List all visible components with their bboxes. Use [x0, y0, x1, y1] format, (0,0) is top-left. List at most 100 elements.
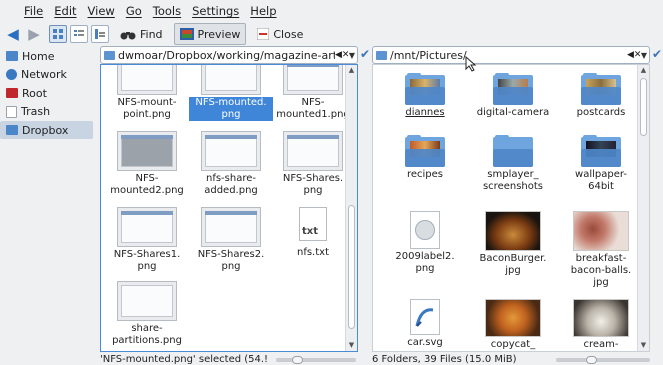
folder-item[interactable]: digital-camera — [471, 73, 555, 119]
menu-go[interactable]: Go — [126, 4, 142, 18]
file-name: NFS-Shares. png — [282, 173, 344, 196]
right-file-view[interactable]: diannes digital-camera postcards recipes… — [372, 64, 650, 352]
left-file-view[interactable]: NFS-mount-point.png NFS-mounted. png NFS-… — [100, 64, 358, 352]
binoculars-icon — [120, 31, 136, 39]
file-item[interactable]: NFS-Shares1. png — [105, 207, 189, 273]
file-item[interactable]: NFS-Shares2. png — [189, 207, 273, 273]
place-label: Network — [21, 68, 67, 81]
preview-icon — [179, 28, 194, 40]
file-name: nfs.txt — [296, 247, 329, 258]
close-button[interactable]: Close — [252, 24, 308, 44]
left-location-bar[interactable]: dwmoar/Dropbox/working/magazine-articles… — [100, 46, 358, 64]
scroll-thumb[interactable] — [640, 78, 647, 136]
folder-item[interactable]: recipes — [383, 135, 467, 181]
place-home[interactable]: Home — [0, 47, 95, 65]
file-item-selected[interactable]: NFS-mounted. png — [189, 65, 273, 121]
cream-photo-thumbnail — [573, 299, 629, 337]
file-item[interactable]: txt nfs.txt — [271, 207, 355, 259]
folder-icon — [581, 73, 621, 105]
icons-view-button[interactable] — [49, 25, 67, 43]
menu-settings[interactable]: Settings — [192, 4, 239, 18]
text-file-icon: txt — [299, 207, 327, 241]
dropbox-folder-icon — [6, 125, 18, 135]
file-name: 2009label2. png — [395, 251, 455, 274]
left-zoom-handle[interactable] — [292, 356, 303, 364]
file-item[interactable]: breakfast-bacon-balls. jpg — [559, 211, 643, 289]
scroll-thumb[interactable] — [348, 205, 355, 329]
chevron-down-icon[interactable]: ▼ — [347, 51, 357, 60]
image-thumbnail — [117, 207, 177, 247]
right-location-bar[interactable]: /mnt/Pictures/ ◀✕ ▼ — [372, 46, 650, 64]
place-label: Root — [22, 86, 47, 100]
chevron-down-icon[interactable]: ▼ — [639, 51, 649, 60]
folder-name: diannes — [405, 107, 445, 118]
right-location-input[interactable]: /mnt/Pictures/ — [390, 49, 627, 62]
place-trash[interactable]: Trash — [0, 103, 95, 121]
clear-location-icon[interactable]: ◀✕ — [335, 50, 349, 60]
root-folder-icon — [6, 88, 18, 98]
menu-file[interactable]: File — [24, 4, 43, 18]
file-name: nfs-share-added.png — [204, 173, 258, 196]
folder-item[interactable]: postcards — [559, 73, 643, 119]
clear-location-icon[interactable]: ◀✕ — [627, 50, 641, 60]
left-location-input[interactable]: dwmoar/Dropbox/working/magazine-articles… — [118, 49, 335, 62]
file-item[interactable]: copycat_ — [471, 299, 555, 351]
folder-icon — [376, 50, 387, 60]
file-item[interactable]: 2009label2. png — [383, 211, 467, 275]
file-name: NFS-mount-point.png — [117, 97, 177, 120]
right-zoom-handle[interactable] — [586, 356, 597, 364]
file-item[interactable]: NFS-mount-point.png — [105, 65, 189, 121]
folder-name: digital-camera — [476, 107, 550, 118]
details-view-button[interactable] — [70, 25, 88, 43]
folder-item[interactable]: wallpaper- 64bit — [559, 135, 643, 193]
menu-view[interactable]: View — [88, 4, 115, 18]
columns-view-button[interactable] — [91, 25, 109, 43]
places-sidebar: Home Network Root Trash Dropbox — [0, 47, 95, 347]
left-vertical-scrollbar[interactable]: ▲ ▼ — [345, 65, 357, 351]
right-status-text: 6 Folders, 39 Files (15.0 MiB) — [372, 354, 517, 365]
editable-location-icon[interactable]: ✔ — [360, 47, 370, 61]
right-zoom-slider[interactable] — [556, 358, 650, 362]
place-root[interactable]: Root — [0, 84, 95, 102]
place-network[interactable]: Network — [0, 66, 95, 84]
right-vertical-scrollbar[interactable]: ▲ ▼ — [637, 65, 649, 351]
file-item[interactable]: NFS-Shares. png — [271, 131, 355, 197]
file-item[interactable]: car.svg — [383, 299, 467, 349]
file-item[interactable]: share-partitions.png — [105, 281, 189, 347]
file-item[interactable]: BaconBurger. jpg — [471, 211, 555, 277]
folder-icon — [104, 50, 115, 60]
file-name: breakfast-bacon-balls. jpg — [570, 253, 632, 288]
folder-name: wallpaper- 64bit — [575, 169, 627, 192]
file-item[interactable]: cream- — [559, 299, 643, 351]
file-item[interactable]: NFS-mounted1.png — [271, 65, 355, 121]
editable-location-icon[interactable]: ✔ — [652, 47, 662, 61]
image-thumbnail — [117, 65, 177, 95]
left-zoom-slider[interactable] — [276, 358, 356, 362]
file-name: NFS-Shares2. png — [197, 249, 265, 272]
menu-tools[interactable]: Tools — [153, 4, 181, 18]
scroll-up-icon[interactable]: ▲ — [346, 65, 357, 76]
scroll-down-icon[interactable]: ▼ — [638, 340, 649, 351]
folder-icon — [405, 73, 445, 105]
file-name: share-partitions.png — [112, 323, 182, 346]
menu-help[interactable]: Help — [250, 4, 276, 18]
find-button[interactable]: Find — [115, 24, 168, 44]
preview-button[interactable]: Preview — [173, 23, 247, 45]
file-item[interactable]: NFS-mounted2.png — [105, 131, 189, 197]
forward-arrow-icon[interactable]: ▶ — [25, 25, 43, 43]
scroll-down-icon[interactable]: ▼ — [346, 340, 357, 351]
close-split-icon — [257, 28, 270, 40]
place-dropbox[interactable]: Dropbox — [0, 121, 93, 139]
mouse-cursor-icon — [465, 56, 477, 72]
back-arrow-icon[interactable]: ◀ — [4, 25, 22, 43]
file-item[interactable]: nfs-share-added.png — [189, 131, 273, 197]
folder-icon — [493, 73, 533, 105]
folder-item[interactable]: diannes — [383, 73, 467, 119]
place-label: Home — [22, 49, 55, 63]
details-view-icon — [74, 30, 84, 36]
folder-name: smplayer_ screenshots — [482, 169, 544, 192]
scroll-up-icon[interactable]: ▲ — [638, 65, 649, 76]
home-folder-icon — [6, 51, 18, 61]
menu-edit[interactable]: Edit — [54, 4, 76, 18]
folder-item[interactable]: smplayer_ screenshots — [471, 135, 555, 193]
